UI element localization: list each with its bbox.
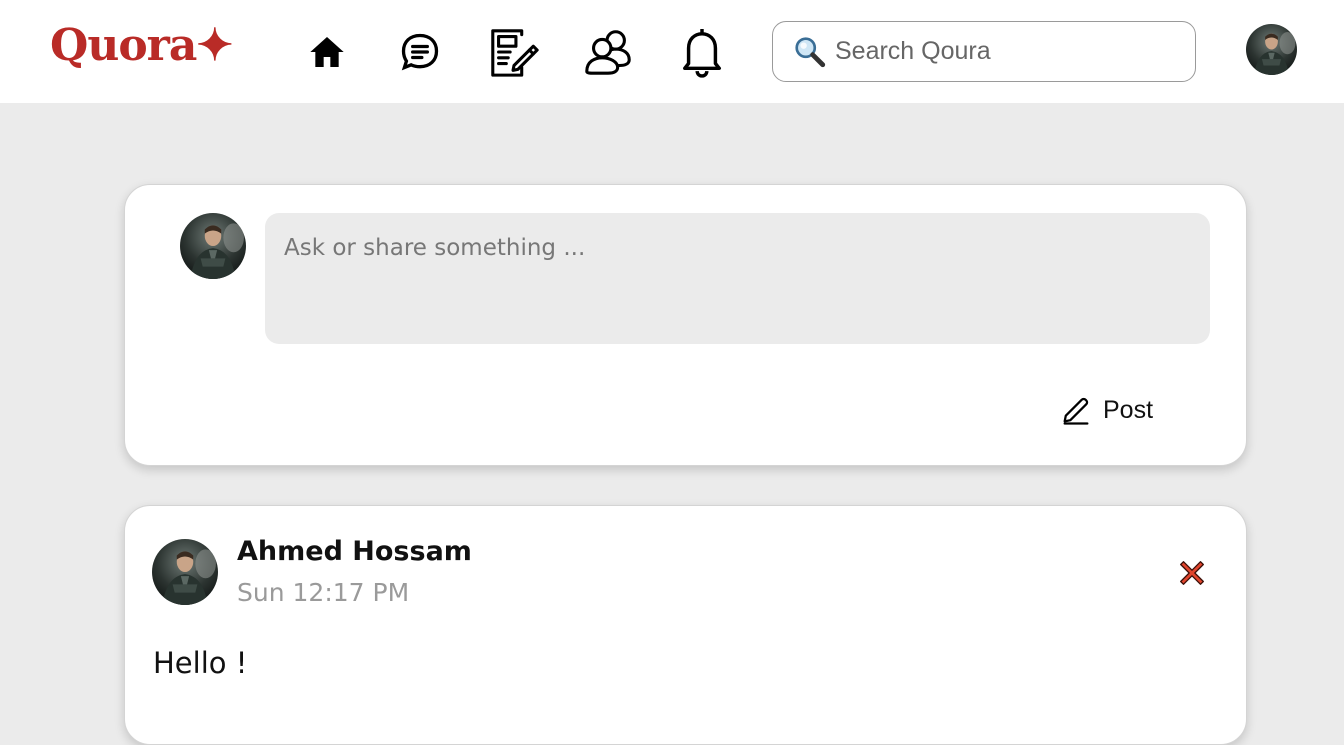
answers-icon[interactable]: [392, 24, 448, 80]
composer-input[interactable]: [265, 213, 1210, 344]
search-box[interactable]: [772, 21, 1196, 82]
post-composer-card: Post: [124, 184, 1247, 466]
post-button[interactable]: Post: [1059, 390, 1153, 430]
post-body-text: Hello !: [153, 646, 248, 680]
quora-logo[interactable]: Quora✦: [50, 18, 233, 74]
spaces-icon[interactable]: [580, 24, 636, 80]
write-icon[interactable]: [486, 24, 542, 80]
post-timestamp: Sun 12:17 PM: [237, 578, 410, 607]
top-navbar: Quora✦: [0, 0, 1344, 103]
close-icon[interactable]: [1175, 556, 1209, 590]
notifications-icon[interactable]: [674, 24, 730, 80]
search-input[interactable]: [833, 36, 1173, 67]
post-button-label: Post: [1103, 395, 1154, 424]
search-icon: [795, 36, 826, 67]
post-author-name[interactable]: Ahmed Hossam: [237, 536, 472, 567]
author-avatar-icon[interactable]: [152, 539, 218, 605]
post-card: Ahmed Hossam Sun 12:17 PM Hello !: [124, 505, 1247, 745]
home-icon[interactable]: [299, 24, 355, 80]
composer-avatar-icon: [180, 213, 246, 279]
pen-icon: [1063, 397, 1089, 425]
profile-avatar-icon[interactable]: [1246, 24, 1297, 75]
